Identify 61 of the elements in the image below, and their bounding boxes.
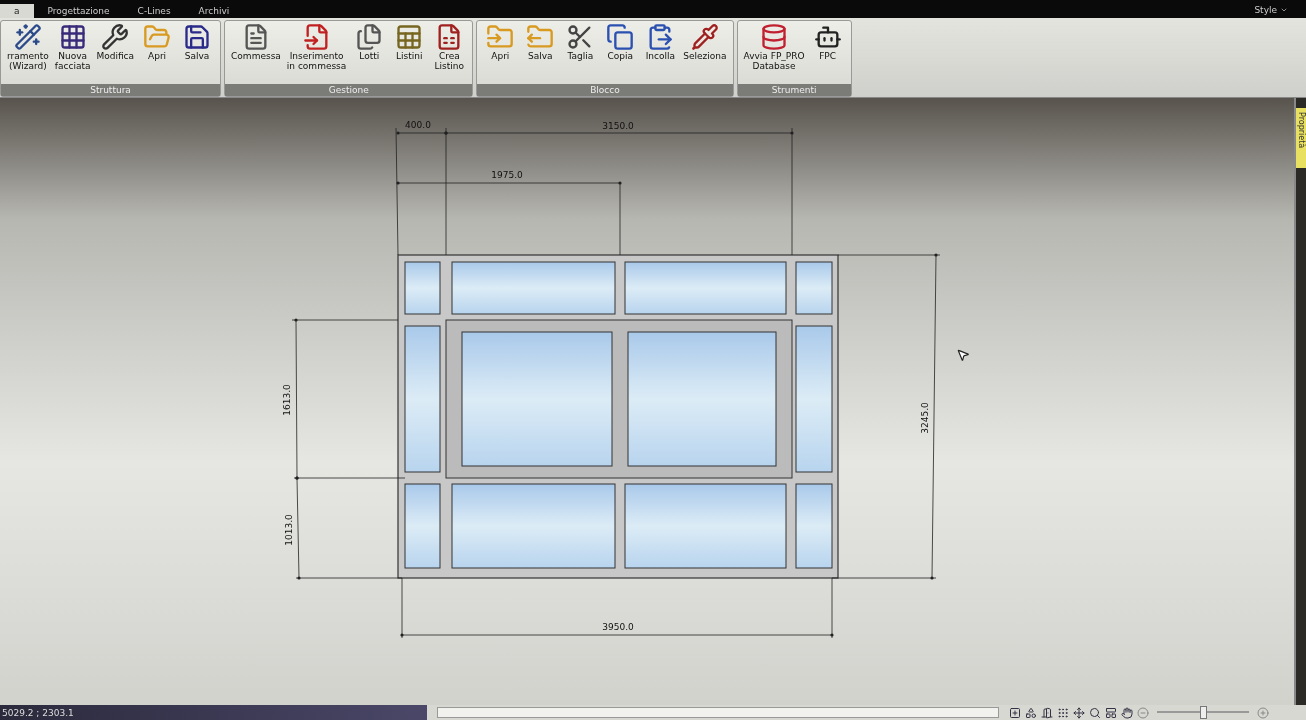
ribbon-button[interactable]: Salva xyxy=(521,22,560,83)
style-menu[interactable]: Style xyxy=(1254,4,1288,18)
ribbon-button[interactable]: Lotti xyxy=(350,22,389,83)
menu-tab[interactable]: Archivi xyxy=(184,3,244,18)
pipette-icon xyxy=(690,22,719,51)
ribbon-button[interactable]: Apri xyxy=(481,22,520,83)
menu-tab[interactable]: a xyxy=(0,3,34,18)
ribbon-button[interactable]: Listini xyxy=(390,22,429,83)
sheet-icon xyxy=(395,22,424,51)
menu-tab[interactable]: Progettazione xyxy=(33,3,124,18)
ribbon-button[interactable]: Commessa xyxy=(229,22,283,83)
shapes-icon[interactable] xyxy=(1025,706,1037,719)
dimension-label: 1613.0 xyxy=(282,384,292,417)
dimension-label: 3245.0 xyxy=(920,402,930,435)
copy-icon xyxy=(606,22,635,51)
hand-icon[interactable] xyxy=(1121,706,1133,719)
wand-icon xyxy=(13,22,42,51)
glass-pane xyxy=(795,261,833,315)
grid-icon[interactable] xyxy=(1057,706,1069,719)
horizontal-scrollbar[interactable] xyxy=(437,707,999,719)
dimension-label: 1975.0 xyxy=(491,170,523,181)
ribbon-button[interactable]: Copia xyxy=(601,22,640,83)
ribbon-button[interactable]: Apri xyxy=(138,22,177,83)
slider-thumb[interactable] xyxy=(1199,706,1207,720)
ribbon-button[interactable]: Seleziona xyxy=(681,22,729,83)
mouse-pointer-icon xyxy=(956,348,970,363)
group-title: Struttura xyxy=(1,84,221,97)
save-icon xyxy=(183,22,212,51)
ribbon-button[interactable]: Salva xyxy=(178,22,217,83)
ribbon-button[interactable]: FPC xyxy=(808,22,847,83)
side-tab[interactable]: Proprietà xyxy=(1296,108,1306,169)
door-icon[interactable] xyxy=(1041,706,1053,719)
ribbon-button[interactable]: Modifica xyxy=(94,22,137,83)
ribbon-button[interactable]: Taglia xyxy=(561,22,600,83)
group-title: Strumenti xyxy=(737,84,851,97)
coordinates-readout: 5029.2 ; 2303.1 xyxy=(0,705,427,720)
group-title: Blocco xyxy=(477,84,733,97)
layout-icon[interactable] xyxy=(1105,706,1117,719)
menu-tab[interactable]: C-Lines xyxy=(123,3,185,18)
folder-icon xyxy=(486,22,515,51)
documents-icon xyxy=(355,22,384,51)
ribbon-button[interactable]: Incolla xyxy=(641,22,680,83)
dimension-label: 3950.0 xyxy=(602,622,634,633)
ribbon-button[interactable]: rramento (Wizard) xyxy=(5,22,51,83)
group-title: Gestione xyxy=(225,84,473,97)
frame-icon[interactable] xyxy=(1009,706,1021,719)
ribbon-button[interactable]: Inserimento in commessa xyxy=(284,22,349,83)
ribbon-button[interactable]: Nuova facciata xyxy=(52,22,93,83)
ribbon-button[interactable]: Crea Listino xyxy=(430,22,469,83)
search-icon[interactable] xyxy=(1089,706,1101,719)
ribbon-button[interactable]: Avvia FP_PRO Database xyxy=(741,22,807,83)
dimension-label: 3150.0 xyxy=(602,121,634,132)
glass-pane xyxy=(404,261,441,315)
drawing-canvas[interactable]: 400.0 3150.0 1975.0 3245.0 1613.0 1013.0 3950.0 xyxy=(0,98,1294,706)
axes-icon[interactable] xyxy=(1073,706,1085,719)
dimension-label: 400.0 xyxy=(405,120,431,131)
grid-icon xyxy=(58,22,87,51)
dimension-label: 1013.0 xyxy=(284,514,294,547)
folder-icon xyxy=(526,22,555,51)
database-icon xyxy=(760,22,789,51)
wrench-icon xyxy=(101,22,130,51)
